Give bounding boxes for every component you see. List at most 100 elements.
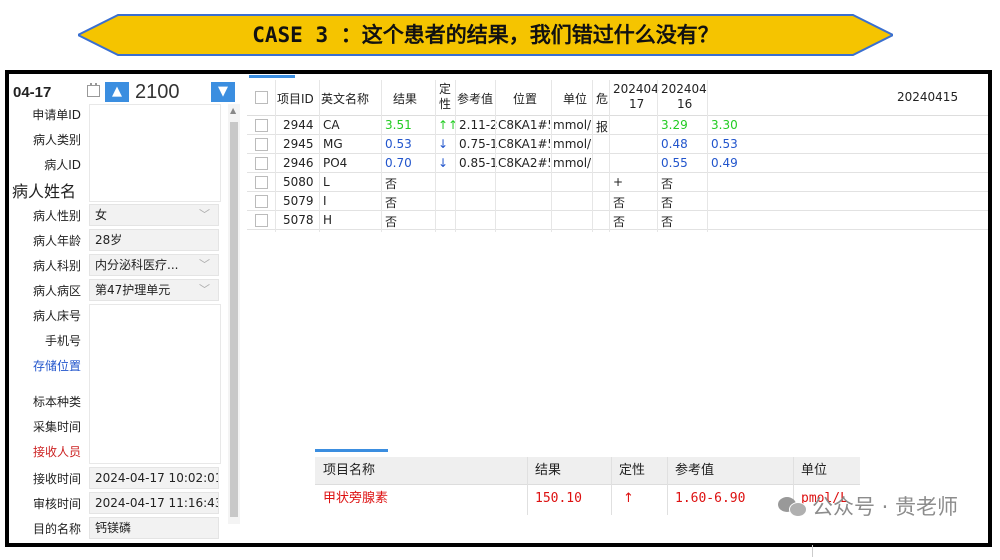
chevron-down-icon: ﹀ xyxy=(199,258,210,271)
en-name-cell: H xyxy=(323,213,333,227)
patient-id-fields[interactable] xyxy=(89,104,221,202)
row-checkbox[interactable] xyxy=(255,157,268,170)
ref-cell: 2.11-2.5 xyxy=(459,118,497,132)
row-checkbox[interactable] xyxy=(255,119,268,132)
col-date-2-top[interactable]: 202404 xyxy=(661,82,707,96)
date-2-value-cell: 否 xyxy=(661,196,674,210)
date-2-value-cell: 0.55 xyxy=(661,156,688,170)
ward-label: 病人病区 xyxy=(32,284,81,298)
popup-divider xyxy=(667,457,668,515)
previous-sample-button[interactable]: ▲ xyxy=(105,82,129,102)
col-item-id[interactable]: 项目ID xyxy=(277,90,314,107)
popup-col-result: 结果 xyxy=(535,463,562,478)
age-label: 病人年龄 xyxy=(32,234,81,248)
dept-value: 内分泌科医疗... xyxy=(95,258,179,272)
pth-up-arrow-icon: ↑ xyxy=(623,491,634,506)
sample-number[interactable]: 2100 xyxy=(135,81,180,104)
result-cell: 否 xyxy=(385,196,398,210)
dept-label: 病人科别 xyxy=(32,259,81,273)
sample-dropdown-button[interactable]: ▼ xyxy=(211,82,235,102)
col-date-3[interactable]: 20240415 xyxy=(897,90,958,104)
purpose-field[interactable]: 钙镁磷 xyxy=(89,517,219,539)
ward-value: 第47护理单元 xyxy=(95,283,171,297)
extra-info-fields[interactable] xyxy=(89,304,221,464)
pth-ref: 1.60-6.90 xyxy=(675,491,746,506)
col-date-1-bottom[interactable]: 17 xyxy=(629,97,644,111)
col-unit[interactable]: 单位 xyxy=(563,90,587,107)
col-en-name[interactable]: 英文名称 xyxy=(321,90,369,107)
grid-divider xyxy=(381,80,382,232)
row-checkbox[interactable] xyxy=(255,195,268,208)
patient-type-label: 病人类别 xyxy=(32,133,81,147)
col-qual-bottom[interactable]: 性 xyxy=(439,95,451,112)
dept-select[interactable]: 内分泌科医疗... ﹀ xyxy=(89,254,219,276)
date-2-value-cell: 0.48 xyxy=(661,137,688,151)
flag-cell: ↓ xyxy=(438,137,449,151)
audit-time-field[interactable]: 2024-04-17 11:16:43 xyxy=(89,492,219,514)
grid-divider xyxy=(707,80,708,232)
location-cell: C8KA1#55 xyxy=(498,118,550,132)
patient-id-label: 病人ID xyxy=(44,158,81,172)
row-checkbox[interactable] xyxy=(255,138,268,151)
scroll-up-icon[interactable]: ▲ xyxy=(230,106,236,115)
grid-divider xyxy=(592,80,593,232)
banner-title: CASE 3 ：这个患者的结果，我们错过什么没有？ xyxy=(252,23,719,47)
title-banner: CASE 3 ：这个患者的结果，我们错过什么没有？ xyxy=(78,14,893,56)
ward-select[interactable]: 第47护理单元 ﹀ xyxy=(89,279,219,301)
receive-time-field[interactable]: 2024-04-17 10:02:01 xyxy=(89,467,219,489)
row-checkbox[interactable] xyxy=(255,176,268,189)
storage-label[interactable]: 存储位置 xyxy=(9,357,81,374)
col-result[interactable]: 结果 xyxy=(393,90,417,107)
left-scrollbar[interactable]: ▲ xyxy=(228,104,240,524)
date-2-value-cell: 否 xyxy=(661,215,674,229)
unit-cell: mmol/L xyxy=(553,118,591,132)
flag-cell: ↓ xyxy=(438,156,449,170)
col-ref[interactable]: 参考值 xyxy=(457,90,493,107)
pth-result: 150.10 xyxy=(535,491,582,506)
row-checkbox[interactable] xyxy=(255,214,268,227)
table-row[interactable]: 5080 L 否 + 否 xyxy=(247,173,988,192)
col-date-2-bottom[interactable]: 16 xyxy=(677,97,692,111)
receiver-label: 接收人员 xyxy=(32,445,81,459)
calendar-icon[interactable] xyxy=(87,83,100,97)
scrollbar-thumb[interactable] xyxy=(230,122,238,517)
date-3-value-cell: 3.30 xyxy=(711,118,738,132)
popup-divider xyxy=(527,457,528,515)
table-row[interactable]: 5078 H 否 否 否 xyxy=(247,211,988,230)
phone-label: 手机号 xyxy=(44,334,81,348)
age-value: 28岁 xyxy=(95,233,123,247)
watermark: 公众号 · 贵老师 xyxy=(777,491,958,521)
table-row[interactable]: 2946 PO4 0.70 ↓ 0.85-1.5C8KA2#55mmol/L 0.55 0.… xyxy=(247,154,988,173)
result-cell: 0.70 xyxy=(385,156,412,170)
grid-divider xyxy=(319,80,320,232)
select-all-checkbox[interactable] xyxy=(255,91,268,104)
bed-label: 病人床号 xyxy=(32,309,81,323)
table-row[interactable]: 2945 MG 0.53 ↓ 0.75-1.0C8KA1#55mmol/L 0.48 0.5… xyxy=(247,135,988,154)
grid-header: 项目ID 英文名称 结果 定 性 参考值 位置 单位 危 202404 17 2… xyxy=(247,80,988,116)
gender-label: 病人性别 xyxy=(32,209,81,223)
gender-select[interactable]: 女 ﹀ xyxy=(89,204,219,226)
age-field[interactable]: 28岁 xyxy=(89,229,219,251)
result-cell: 3.51 xyxy=(385,118,412,132)
specimen-label: 标本种类 xyxy=(32,395,81,409)
table-row[interactable]: 2944CA3.51↑↑2.11-2.5C8KA1#55mmol/L报3.293… xyxy=(247,116,988,135)
popup-col-ref: 参考值 xyxy=(675,463,715,478)
table-row[interactable]: 5079 I 否 否 否 xyxy=(247,192,988,211)
chevron-down-icon: ﹀ xyxy=(199,208,210,221)
item-id-cell: 5080 xyxy=(283,175,314,189)
en-name-cell: L xyxy=(323,175,330,189)
receive-time-value: 2024-04-17 10:02:01 xyxy=(95,471,219,485)
en-name-cell: CA xyxy=(323,118,340,132)
ref-cell: 0.75-1.0 xyxy=(459,137,497,151)
result-cell: 否 xyxy=(385,177,398,191)
gender-value: 女 xyxy=(95,208,108,222)
location-cell: C8KA1#55 xyxy=(498,137,550,151)
col-date-1-top[interactable]: 202404 xyxy=(613,82,659,96)
danger-cell: 报 xyxy=(596,120,609,134)
date-2-value-cell: 3.29 xyxy=(661,118,688,132)
col-danger[interactable]: 危 xyxy=(596,90,608,107)
location-cell: C8KA2#55 xyxy=(498,156,550,170)
collect-label: 采集时间 xyxy=(32,420,81,434)
wechat-icon xyxy=(777,495,807,517)
col-location[interactable]: 位置 xyxy=(513,90,537,107)
